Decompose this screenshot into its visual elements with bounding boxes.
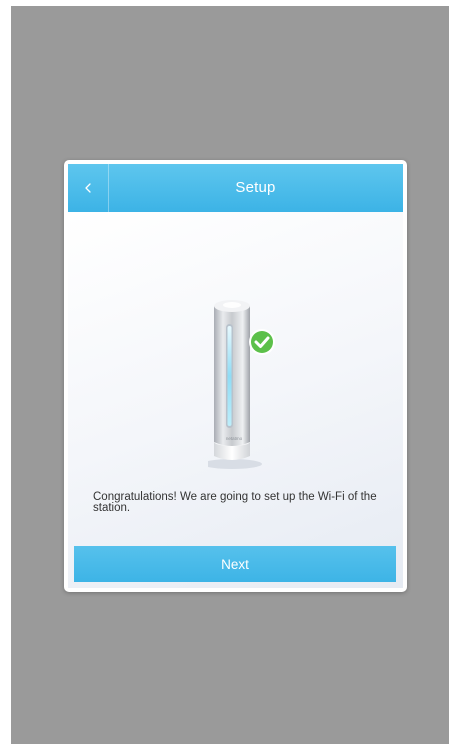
dialog-title: Setup: [235, 179, 276, 196]
next-button[interactable]: Next: [74, 546, 396, 582]
check-circle-icon: [249, 329, 275, 355]
weather-station-illustration: netatmo: [202, 292, 288, 472]
setup-message: Congratulations! We are going to set up …: [93, 491, 377, 514]
dialog-header: Setup: [68, 164, 403, 212]
setup-dialog: Setup netatmo Congratulations! We are go…: [64, 160, 407, 592]
chevron-left-icon: [84, 182, 92, 194]
device-brand-label: netatmo: [226, 436, 243, 441]
dialog-body: netatmo Congratulations! We are going to…: [68, 212, 403, 588]
back-button[interactable]: [68, 164, 109, 212]
